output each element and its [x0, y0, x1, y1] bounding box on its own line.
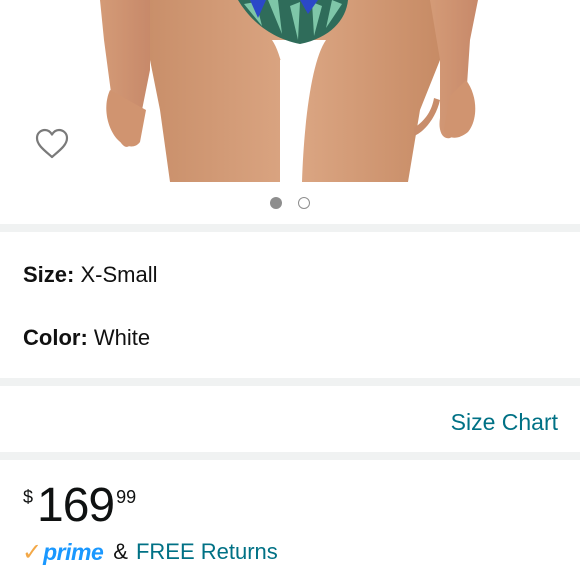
price: $ 169 99: [23, 482, 136, 532]
prime-check-icon: ✓: [22, 538, 43, 566]
prime-delivery-row: ✓ prime & FREE Returns: [22, 536, 278, 568]
color-label: Color:: [23, 325, 88, 350]
product-image-gallery[interactable]: [0, 0, 580, 222]
heart-outline-icon: [35, 128, 69, 159]
size-row[interactable]: Size: X-Small: [23, 262, 158, 288]
price-currency: $: [23, 487, 34, 507]
price-fraction: 99: [116, 487, 137, 507]
color-value: White: [93, 325, 151, 350]
size-value: X-Small: [80, 262, 158, 287]
color-row[interactable]: Color: White: [23, 325, 150, 351]
wishlist-button[interactable]: [34, 128, 76, 170]
section-divider: [0, 224, 580, 232]
section-divider: [0, 452, 580, 460]
ampersand: &: [113, 539, 128, 564]
free-returns-link[interactable]: FREE Returns: [136, 539, 278, 565]
image-pagination: [0, 195, 580, 211]
product-photo: [100, 0, 478, 182]
price-whole: 169: [37, 479, 115, 532]
pagination-dot-1[interactable]: [270, 197, 282, 209]
size-label: Size:: [23, 262, 75, 287]
pagination-dot-2[interactable]: [298, 197, 310, 209]
size-chart-link[interactable]: Size Chart: [451, 408, 558, 436]
prime-logo: prime: [43, 538, 104, 565]
section-divider: [0, 378, 580, 386]
